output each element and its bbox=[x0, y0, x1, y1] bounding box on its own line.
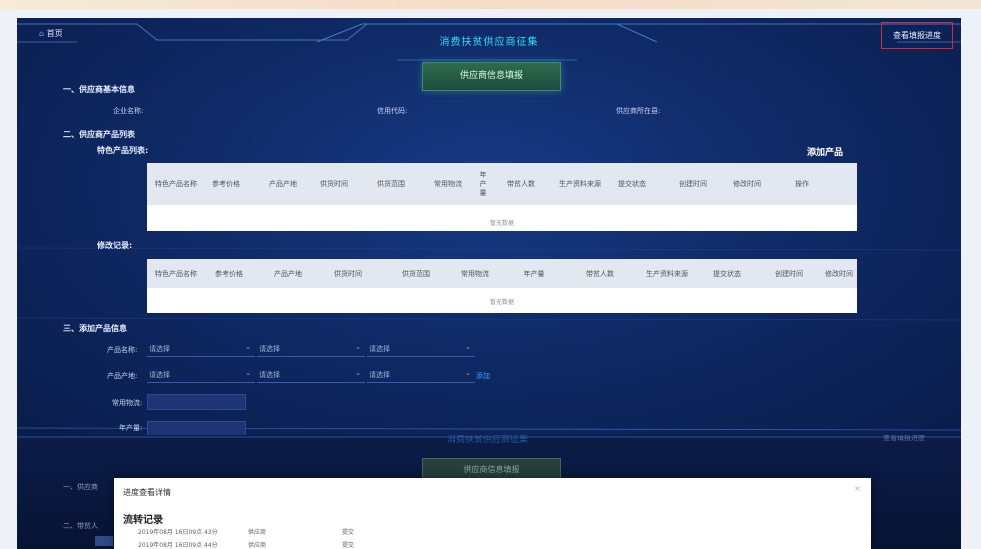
select-placeholder: 请选择 bbox=[369, 345, 390, 353]
col-poverty-count: 带贫人数 bbox=[507, 180, 535, 188]
col-supply-time: 供货时间 bbox=[320, 180, 348, 188]
supplier-county-label: 供应商所在县: bbox=[616, 107, 661, 115]
background-section2: 二、带贫人 bbox=[63, 522, 98, 530]
modal-title: 进度查看详情 bbox=[123, 488, 171, 497]
history-label: 修改记录: bbox=[97, 241, 133, 250]
annual-output-input[interactable] bbox=[147, 421, 246, 435]
add-product-button[interactable]: 添加产品 bbox=[807, 145, 843, 158]
chevron-down-icon: ⌄ bbox=[465, 369, 471, 377]
col-modified-time: 修改时间 bbox=[733, 180, 761, 188]
product-name-select-3[interactable]: 请选择 ⌄ bbox=[367, 341, 475, 357]
hcol-material-source: 生产资料来源 bbox=[646, 269, 688, 278]
section-basic-info-title: 一、供应商基本信息 bbox=[63, 85, 135, 94]
credit-code-label: 信用代码: bbox=[377, 107, 408, 115]
col-annual-output: 年产量 bbox=[479, 170, 487, 197]
hcol-poverty-count: 带贫人数 bbox=[586, 269, 614, 278]
background-progress-button: 查看填报进度 bbox=[883, 435, 925, 442]
hcol-modified-time: 修改时间 bbox=[825, 269, 853, 278]
section-add-product-title: 三、添加产品信息 bbox=[63, 324, 127, 333]
view-progress-button[interactable]: 查看填报进度 bbox=[881, 22, 953, 49]
records-title: 流转记录 bbox=[123, 515, 163, 526]
logistics-input[interactable] bbox=[147, 394, 246, 410]
record-action: 提交 bbox=[342, 542, 355, 549]
col-submit-status: 提交状态 bbox=[618, 180, 646, 188]
background-section1: 一、供应商 bbox=[63, 483, 98, 491]
col-created-time: 创建时间 bbox=[679, 180, 707, 188]
hcol-origin: 产品产地 bbox=[274, 269, 302, 278]
col-supply-range: 供货范围 bbox=[377, 180, 405, 188]
hcol-annual-output: 年产量 bbox=[523, 269, 545, 278]
hcol-submit-status: 提交状态 bbox=[713, 269, 741, 278]
select-placeholder: 请选择 bbox=[149, 345, 170, 353]
section-product-list-title: 二、供应商产品列表 bbox=[63, 130, 135, 139]
company-name-label: 企业名称: bbox=[113, 107, 144, 115]
record-role: 供应商 bbox=[248, 542, 267, 549]
history-table-header: 特色产品名称 参考价格 产品产地 供货时间 供货范围 常用物流 年产量 带贫人数… bbox=[147, 259, 857, 288]
product-table: 特色产品名称 参考价格 产品产地 供货时间 供货范围 常用物流 年产量 带贫人数… bbox=[147, 163, 857, 231]
select-placeholder: 请选择 bbox=[259, 371, 280, 379]
select-placeholder: 请选择 bbox=[369, 371, 390, 379]
product-table-header: 特色产品名称 参考价格 产品产地 供货时间 供货范围 常用物流 年产量 带贫人数… bbox=[147, 163, 857, 205]
hcol-price: 参考价格 bbox=[215, 269, 243, 278]
chevron-down-icon: ⌄ bbox=[355, 369, 361, 377]
product-name-select-2[interactable]: 请选择 ⌄ bbox=[257, 341, 365, 357]
chevron-down-icon: ⌄ bbox=[355, 343, 361, 351]
progress-detail-modal: 进度查看详情 × 流转记录 2019年08月 16日09点 43分 供应商 提交… bbox=[114, 478, 871, 549]
hcol-supply-time: 供货时间 bbox=[334, 269, 362, 278]
col-logistics: 常用物流 bbox=[434, 180, 462, 188]
hcol-logistics: 常用物流 bbox=[461, 269, 489, 278]
header-bar: ⌂ 首页 消费扶贫供应商征集 查看填报进度 bbox=[17, 18, 961, 60]
logistics-label: 常用物流: bbox=[112, 399, 143, 407]
product-origin-label: 产品产地: bbox=[107, 372, 138, 380]
product-origin-select-3[interactable]: 请选择 ⌄ bbox=[367, 367, 475, 383]
select-placeholder: 请选择 bbox=[149, 371, 170, 379]
chevron-down-icon: ⌄ bbox=[245, 343, 251, 351]
product-name-select-1[interactable]: 请选择 ⌄ bbox=[147, 341, 255, 357]
close-icon[interactable]: × bbox=[854, 484, 861, 493]
product-name-label: 产品名称: bbox=[107, 346, 138, 354]
col-origin: 产品产地 bbox=[269, 180, 297, 188]
select-placeholder: 请选择 bbox=[259, 345, 280, 353]
background-button bbox=[95, 536, 113, 546]
featured-product-list-label: 特色产品列表: bbox=[97, 146, 149, 155]
product-table-empty: 暂无数据 bbox=[489, 220, 514, 227]
supplier-fill-button[interactable]: 供应商信息填报 bbox=[422, 62, 561, 91]
page-title: 消费扶贫供应商征集 bbox=[439, 37, 539, 48]
hcol-supply-range: 供货范围 bbox=[402, 269, 430, 278]
annual-output-label: 年产量: bbox=[119, 424, 143, 432]
hcol-created-time: 创建时间 bbox=[775, 269, 803, 278]
history-table: 特色产品名称 参考价格 产品产地 供货时间 供货范围 常用物流 年产量 带贫人数… bbox=[147, 259, 857, 313]
add-origin-link[interactable]: 添加 bbox=[476, 371, 490, 381]
top-strip bbox=[0, 0, 981, 9]
col-material-source: 生产资料来源 bbox=[559, 180, 601, 188]
col-product-name: 特色产品名称 bbox=[155, 180, 197, 188]
screenshot-frame: ⌂ 首页 消费扶贫供应商征集 查看填报进度 供应商信息填报 一、供应商基本信息 … bbox=[0, 0, 981, 549]
product-origin-select-2[interactable]: 请选择 ⌄ bbox=[257, 367, 365, 383]
record-time: 2019年08月 16日09点 43分 bbox=[138, 529, 218, 536]
main-panel: ⌂ 首页 消费扶贫供应商征集 查看填报进度 供应商信息填报 一、供应商基本信息 … bbox=[17, 18, 961, 435]
history-table-empty: 暂无数据 bbox=[489, 299, 514, 306]
hcol-product-name: 特色产品名称 bbox=[155, 269, 197, 278]
background-title: 消费扶贫供应商征集 bbox=[447, 435, 529, 445]
chevron-down-icon: ⌄ bbox=[465, 343, 471, 351]
record-time: 2019年08月 16日09点 44分 bbox=[138, 542, 218, 549]
chevron-down-icon: ⌄ bbox=[245, 369, 251, 377]
product-origin-select-1[interactable]: 请选择 ⌄ bbox=[147, 367, 255, 383]
col-price: 参考价格 bbox=[212, 180, 240, 188]
record-action: 提交 bbox=[342, 529, 355, 536]
record-role: 供应商 bbox=[248, 529, 267, 536]
col-actions: 操作 bbox=[795, 180, 809, 188]
